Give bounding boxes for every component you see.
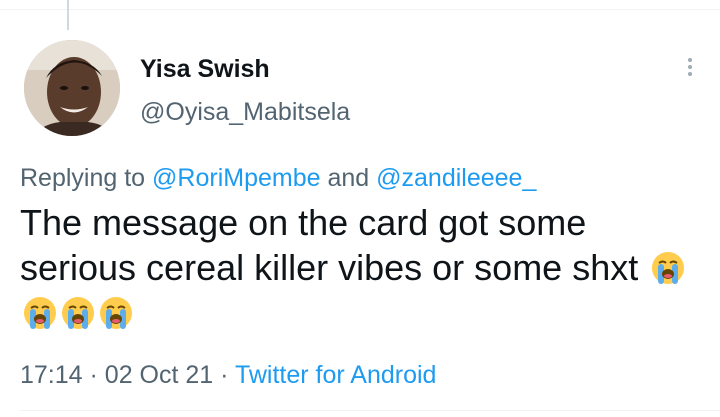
tweet-date[interactable]: 02 Oct 21 — [105, 361, 213, 389]
tweet-source-link[interactable]: Twitter for Android — [235, 361, 436, 389]
avatar-photo-icon — [24, 40, 120, 136]
more-dot — [688, 72, 692, 76]
more-dot — [688, 65, 692, 69]
meta-separator: · — [220, 361, 229, 389]
tweet-metadata: 17:14 · 02 Oct 21 · Twitter for Android — [20, 359, 436, 391]
loudly-crying-face-icon — [60, 295, 96, 331]
loudly-crying-face-icon — [98, 295, 134, 331]
user-handle[interactable]: @Oyisa_Mabitsela — [140, 97, 350, 127]
avatar[interactable] — [24, 40, 120, 136]
bottom-divider — [20, 410, 720, 411]
display-name[interactable]: Yisa Swish — [140, 54, 270, 84]
replying-to-line: Replying to @RoriMpembe and @zandileeee_ — [20, 162, 536, 194]
tweet-text: The message on the card got some serious… — [20, 200, 700, 335]
more-options-icon[interactable] — [680, 56, 700, 84]
meta-separator: · — [89, 361, 98, 389]
replying-to-label: Replying to — [20, 164, 146, 192]
mention-rorimpembe-link[interactable]: @RoriMpembe — [152, 164, 320, 192]
top-divider — [0, 9, 720, 10]
loudly-crying-face-icon — [650, 250, 686, 286]
tweet-body: The message on the card got some serious… — [20, 202, 639, 288]
mention-zandileeee-link[interactable]: @zandileeee_ — [376, 164, 536, 192]
tweet-time[interactable]: 17:14 — [20, 361, 83, 389]
loudly-crying-face-icon — [22, 295, 58, 331]
replying-conjunction: and — [327, 164, 370, 192]
more-dot — [688, 58, 692, 62]
thread-connector-line — [67, 0, 69, 30]
